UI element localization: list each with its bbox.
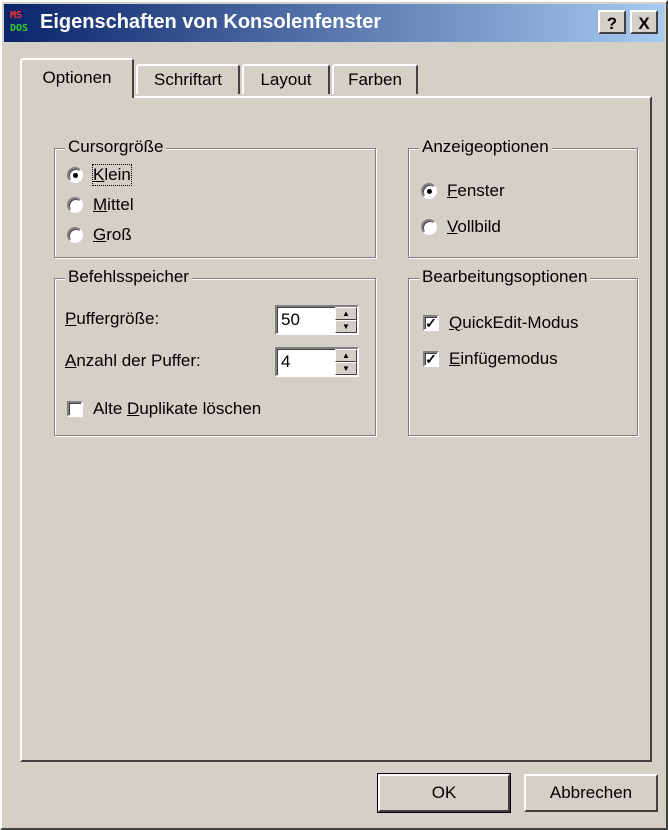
- cancel-button[interactable]: Abbrechen: [524, 774, 658, 812]
- radio-label: Fenster: [447, 181, 505, 200]
- spin-up-icon[interactable]: ▲: [335, 349, 357, 362]
- quickedit-checkbox[interactable]: ✓ QuickEdit-Modus: [423, 313, 578, 333]
- radio-indicator: [421, 219, 437, 235]
- tab-label: Schriftart: [153, 70, 223, 89]
- edit-options-group: Bearbeitungsoptionen ✓ QuickEdit-Modus ✓…: [408, 267, 638, 436]
- spin-down-icon[interactable]: ▼: [335, 320, 357, 333]
- checkbox-indicator: [67, 401, 83, 417]
- tab-label: Layout: [260, 70, 312, 89]
- spin-up-icon[interactable]: ▲: [335, 307, 357, 320]
- discard-duplicates-checkbox[interactable]: Alte Duplikate löschen: [67, 399, 261, 419]
- radio-indicator: [67, 197, 83, 213]
- buffer-size-spinner[interactable]: 50 ▲ ▼: [275, 305, 359, 335]
- radio-mittel[interactable]: Mittel: [67, 195, 134, 215]
- radio-fenster[interactable]: Fenster: [421, 181, 505, 201]
- title-bar[interactable]: MS DOS Eigenschaften von Konsolenfenster…: [4, 4, 664, 42]
- checkmark-icon: ✓: [423, 351, 439, 367]
- cursor-size-legend: Cursorgröße: [65, 137, 167, 157]
- help-button[interactable]: ?: [598, 10, 626, 34]
- insert-mode-checkbox[interactable]: ✓ Einfügemodus: [423, 349, 558, 369]
- buffer-count-spinner[interactable]: 4 ▲ ▼: [275, 347, 359, 377]
- tab-optionen[interactable]: Optionen: [20, 58, 134, 98]
- tab-layout[interactable]: Layout: [242, 64, 330, 94]
- options-panel: Cursorgröße Klein Mittel Groß Anzeigeopt…: [20, 96, 652, 762]
- ok-button[interactable]: OK: [377, 773, 511, 813]
- window-title: Eigenschaften von Konsolenfenster: [40, 11, 382, 33]
- close-button[interactable]: X: [630, 10, 658, 34]
- tab-label: Farben: [348, 70, 402, 89]
- tab-schriftart[interactable]: Schriftart: [136, 64, 240, 94]
- radio-label: Groß: [93, 225, 132, 244]
- radio-label: Klein: [92, 164, 132, 186]
- radio-label: Mittel: [93, 195, 134, 214]
- tab-farben[interactable]: Farben: [332, 64, 418, 94]
- command-history-group: Befehlsspeicher Puffergröße: 50 ▲ ▼ Anza…: [54, 267, 376, 436]
- checkbox-label: Einfügemodus: [449, 349, 558, 368]
- radio-indicator: [67, 167, 83, 183]
- properties-dialog: MS DOS Eigenschaften von Konsolenfenster…: [0, 0, 668, 830]
- edit-options-legend: Bearbeitungsoptionen: [419, 267, 591, 287]
- display-options-legend: Anzeigeoptionen: [419, 137, 552, 157]
- buffer-size-value[interactable]: 50: [281, 310, 300, 330]
- buffer-count-label: Anzahl der Puffer:: [65, 351, 201, 370]
- cursor-size-group: Cursorgröße Klein Mittel Groß: [54, 137, 376, 258]
- radio-indicator: [67, 227, 83, 243]
- buffer-size-label: Puffergröße:: [65, 309, 160, 328]
- checkmark-icon: ✓: [423, 315, 439, 331]
- radio-klein[interactable]: Klein: [67, 164, 132, 186]
- checkbox-label: Alte Duplikate löschen: [93, 399, 262, 418]
- radio-gross[interactable]: Groß: [67, 225, 132, 245]
- radio-indicator: [421, 183, 437, 199]
- command-history-legend: Befehlsspeicher: [65, 267, 192, 287]
- radio-label: Vollbild: [447, 217, 501, 236]
- spin-down-icon[interactable]: ▼: [335, 362, 357, 375]
- msdos-app-icon: MS DOS: [10, 10, 29, 34]
- display-options-group: Anzeigeoptionen Fenster Vollbild: [408, 137, 638, 258]
- tab-label: Optionen: [42, 68, 112, 87]
- buffer-count-value[interactable]: 4: [281, 352, 290, 372]
- checkbox-label: QuickEdit-Modus: [449, 313, 579, 332]
- radio-vollbild[interactable]: Vollbild: [421, 217, 501, 237]
